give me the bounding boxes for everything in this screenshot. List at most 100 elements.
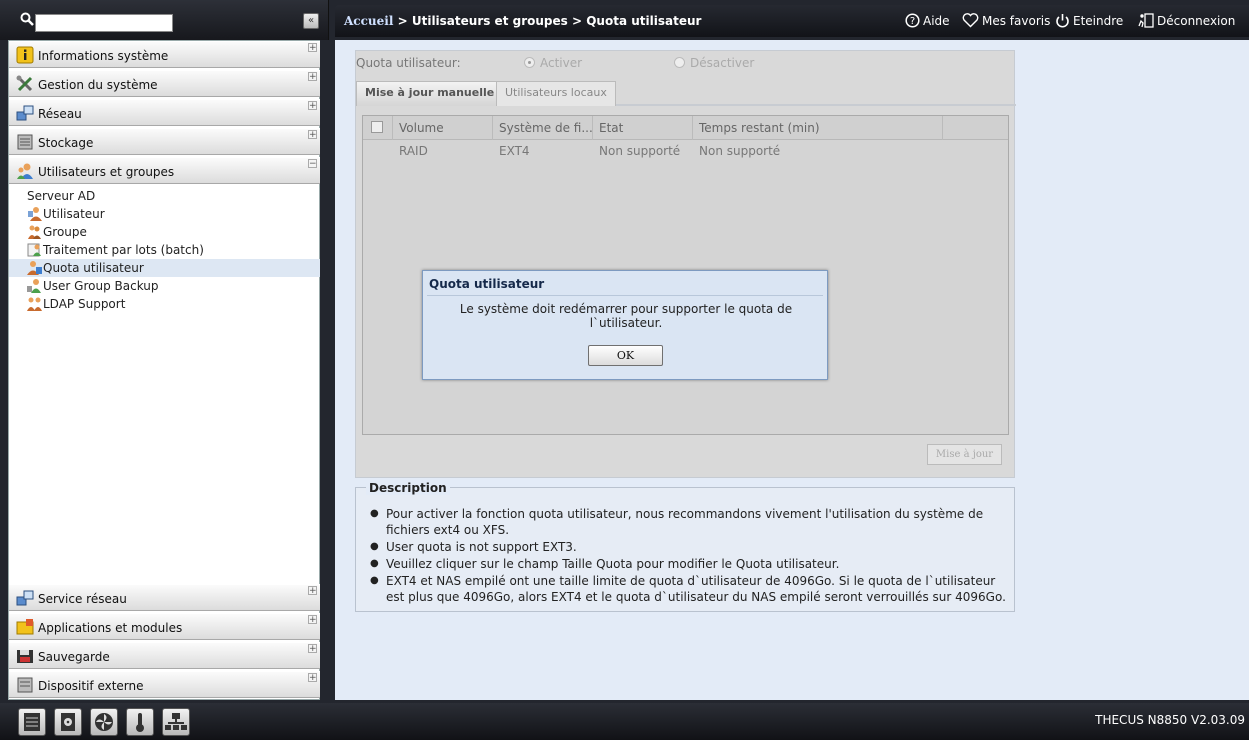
- sidebar-item-label: LDAP Support: [43, 297, 126, 311]
- heart-icon: [962, 13, 979, 28]
- column-header[interactable]: Etat: [593, 116, 693, 140]
- dialog-message: Le système doit redémarrer pour supporte…: [459, 302, 793, 330]
- collapse-sidebar-button[interactable]: «: [303, 13, 319, 29]
- user-icon: [28, 207, 42, 221]
- collapse-toggle[interactable]: −: [308, 159, 317, 169]
- expand-toggle[interactable]: +: [308, 673, 317, 683]
- ok-button[interactable]: OK: [588, 345, 663, 366]
- column-header[interactable]: Volume: [393, 116, 493, 140]
- favorites-label: Mes favoris: [982, 14, 1051, 28]
- radio-enable[interactable]: Activer: [524, 56, 582, 70]
- tools-icon: [16, 75, 33, 92]
- radio-dot-icon: [524, 57, 535, 68]
- sidebar-category-network-service[interactable]: Service réseau +: [9, 584, 320, 611]
- list-item: EXT4 et NAS empilé ont une taille limite…: [370, 573, 1010, 605]
- storage-icon: [17, 134, 33, 150]
- sidebar-item-user-group-backup[interactable]: User Group Backup: [9, 277, 320, 295]
- sidebar-category-applications-modules[interactable]: Applications et modules +: [9, 613, 320, 640]
- breadcrumb-users-groups: Utilisateurs et groupes: [411, 14, 568, 28]
- svg-text:?: ?: [910, 16, 915, 27]
- top-header: Accueil > Utilisateurs et groupes > Quot…: [335, 5, 1249, 37]
- restart-dialog: Quota utilisateur Le système doit redéma…: [422, 270, 828, 380]
- expand-toggle[interactable]: +: [308, 72, 317, 82]
- sidebar-category-label: Sauvegarde: [38, 650, 110, 664]
- sidebar-category-network[interactable]: Réseau +: [9, 99, 320, 126]
- tab-local-users[interactable]: Utilisateurs locaux: [496, 81, 616, 106]
- breadcrumb-separator: >: [571, 14, 583, 28]
- sidebar-item-group[interactable]: Groupe: [9, 223, 320, 241]
- fan-icon[interactable]: [90, 708, 118, 736]
- expand-toggle[interactable]: +: [308, 101, 317, 111]
- sidebar: Informations système + Gestion du systèm…: [8, 40, 320, 700]
- batch-icon: [27, 243, 41, 257]
- breadcrumb-current-page: Quota utilisateur: [586, 14, 702, 28]
- table-row[interactable]: RAID EXT4 Non supporté Non supporté: [363, 140, 1008, 162]
- radio-disable[interactable]: Désactiver: [674, 56, 754, 70]
- sidebar-category-backup[interactable]: Sauvegarde +: [9, 642, 320, 669]
- favorites-button[interactable]: Mes favoris: [962, 13, 1050, 28]
- expand-toggle[interactable]: +: [308, 644, 317, 654]
- backup-user-icon: [27, 279, 41, 293]
- update-button[interactable]: Mise à jour: [927, 444, 1002, 465]
- shutdown-button[interactable]: Eteindre: [1055, 13, 1123, 28]
- help-label: Aide: [923, 14, 950, 28]
- sidebar-item-batch[interactable]: Traitement par lots (batch): [9, 241, 320, 259]
- description-list: Pour activer la fonction quota utilisate…: [370, 506, 1010, 606]
- search-input[interactable]: [35, 14, 173, 32]
- sidebar-category-label: Réseau: [38, 107, 82, 121]
- modules-icon: [16, 619, 34, 635]
- sidebar-item-ldap-support[interactable]: LDAP Support: [9, 295, 320, 313]
- sidebar-category-label: Stockage: [38, 136, 94, 150]
- radio-dot-icon: [674, 57, 685, 68]
- sidebar-item-label: Quota utilisateur: [43, 261, 144, 275]
- sidebar-category-label: Gestion du système: [38, 78, 158, 92]
- expand-toggle[interactable]: +: [308, 130, 317, 140]
- radio-disable-label: Désactiver: [690, 56, 755, 70]
- disk-icon[interactable]: [54, 708, 82, 736]
- sidebar-category-label: Informations système: [38, 49, 169, 63]
- ldap-icon: [27, 297, 42, 311]
- network-service-icon: [16, 590, 34, 606]
- table-cell: Non supporté: [699, 144, 781, 158]
- sidebar-category-label: Utilisateurs et groupes: [38, 165, 175, 179]
- footer-bar: THECUS N8850 V2.03.09: [0, 703, 1249, 740]
- breadcrumb-separator: >: [397, 14, 408, 28]
- help-icon: ?: [905, 13, 920, 28]
- sidebar-item-label: Utilisateur: [43, 207, 105, 221]
- server-status-icon[interactable]: [18, 708, 46, 736]
- sidebar-category-storage[interactable]: Stockage +: [9, 128, 320, 155]
- temperature-icon[interactable]: [126, 708, 154, 736]
- external-device-icon: [17, 677, 33, 693]
- logout-button[interactable]: Déconnexion: [1138, 13, 1235, 28]
- dialog-title: Quota utilisateur: [429, 277, 545, 291]
- select-all-checkbox[interactable]: [371, 121, 383, 133]
- shutdown-label: Eteindre: [1073, 14, 1124, 28]
- quota-panel: Quota utilisateur: Activer Désactiver Mi…: [355, 50, 1016, 478]
- sidebar-item-user-quota[interactable]: Quota utilisateur: [9, 259, 320, 277]
- tab-manual-update[interactable]: Mise à jour manuelle: [356, 81, 504, 106]
- sidebar-category-label: Dispositif externe: [38, 679, 144, 693]
- network-topology-icon[interactable]: [162, 708, 190, 736]
- help-button[interactable]: ? Aide: [905, 13, 950, 28]
- sidebar-category-users-groups[interactable]: Utilisateurs et groupes −: [9, 157, 320, 184]
- sidebar-item-label: User Group Backup: [43, 279, 159, 293]
- list-item: Veuillez cliquer sur le champ Taille Quo…: [370, 556, 1010, 572]
- column-header[interactable]: Temps restant (min): [693, 116, 943, 140]
- sidebar-category-system-info[interactable]: Informations système +: [9, 41, 320, 68]
- sidebar-category-external-device[interactable]: Dispositif externe +: [9, 671, 320, 698]
- column-header[interactable]: Système de fi...: [493, 116, 593, 140]
- expand-toggle[interactable]: +: [308, 586, 317, 596]
- expand-toggle[interactable]: +: [308, 615, 317, 625]
- expand-toggle[interactable]: +: [308, 43, 317, 53]
- group-icon: [28, 225, 41, 239]
- breadcrumb-home-link[interactable]: Accueil: [344, 14, 393, 28]
- sidebar-category-system-management[interactable]: Gestion du système +: [9, 70, 320, 97]
- quota-status-label: Quota utilisateur:: [356, 56, 461, 70]
- sidebar-category-label: Service réseau: [38, 592, 127, 606]
- sidebar-item-ad-server[interactable]: Serveur AD: [9, 187, 320, 205]
- breadcrumb: Accueil > Utilisateurs et groupes > Quot…: [344, 14, 701, 28]
- table-header: Volume Système de fi... Etat Temps resta…: [363, 116, 1008, 140]
- logout-label: Déconnexion: [1157, 14, 1236, 28]
- sidebar-item-user[interactable]: Utilisateur: [9, 205, 320, 223]
- search-icon: [20, 12, 34, 26]
